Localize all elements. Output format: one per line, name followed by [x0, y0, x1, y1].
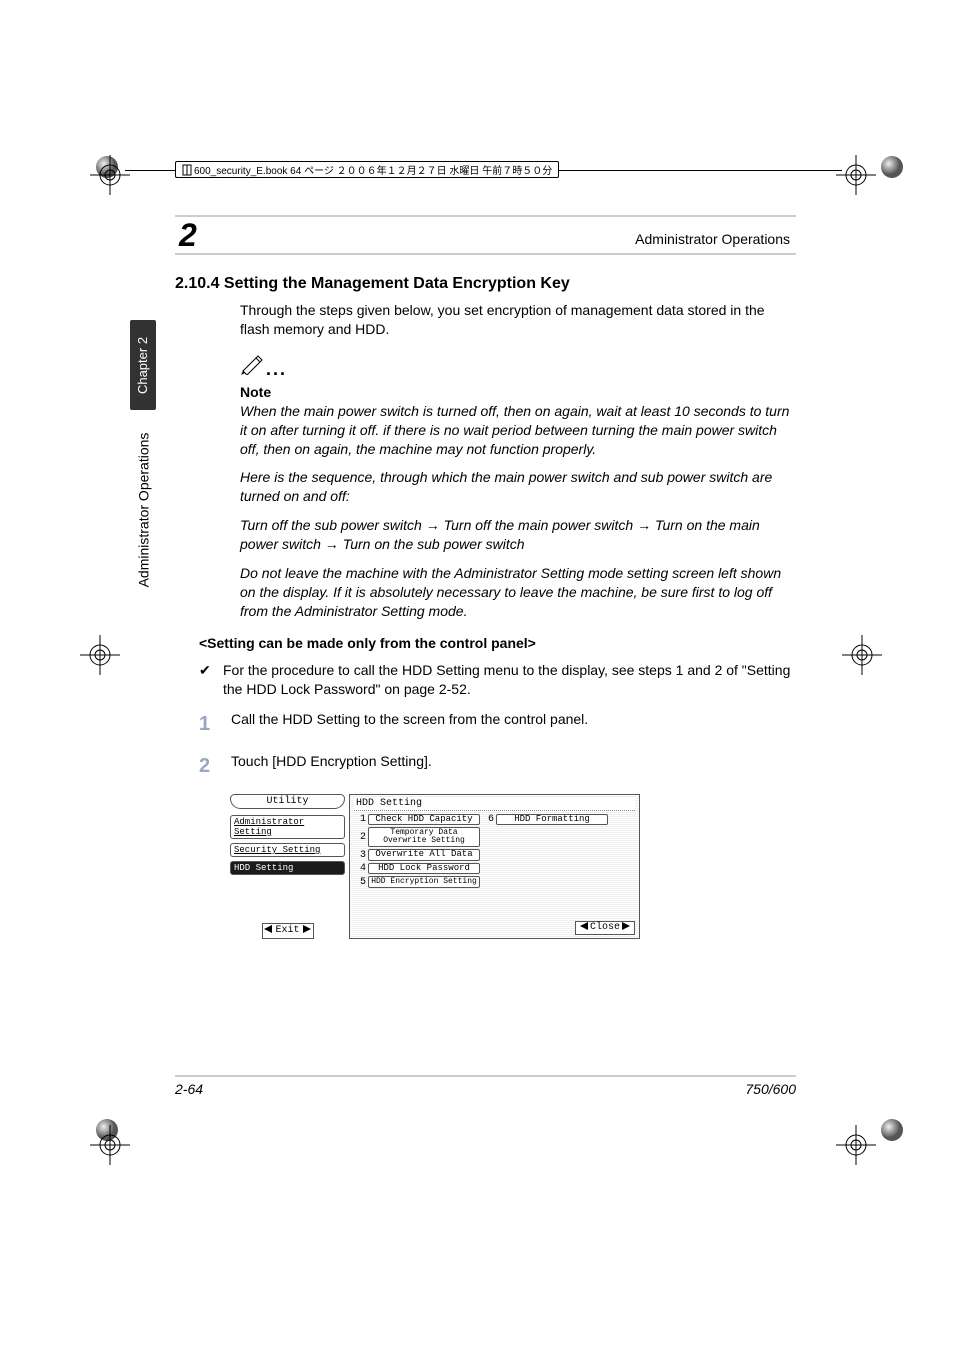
page-top-rule: 600_security_E.book 64 ページ ２００６年１２月２７日 水…	[125, 170, 842, 171]
panel-option: 5 HDD Encryption Setting	[356, 876, 480, 888]
panel-close-label: Close	[590, 922, 620, 933]
source-file-label: 600_security_E.book 64 ページ ２００６年１２月２７日 水…	[175, 161, 559, 178]
panel-exit-button[interactable]: Exit	[262, 923, 314, 939]
lcd-screenshot: Utility Administrator Setting Security S…	[230, 794, 640, 939]
model-number: 750/600	[745, 1081, 796, 1097]
step-text: Touch [HDD Encryption Setting].	[231, 752, 432, 772]
hdd-lock-password-button[interactable]: HDD Lock Password	[368, 863, 480, 874]
option-number: 2	[356, 832, 366, 843]
checkmark-icon: ✔	[199, 661, 223, 700]
page-number: 2-64	[175, 1081, 203, 1097]
panel-option: 1 Check HDD Capacity	[356, 814, 480, 825]
hdd-formatting-button[interactable]: HDD Formatting	[496, 814, 608, 825]
running-header: 2 Administrator Operations	[175, 215, 796, 255]
triangle-right-icon	[622, 922, 630, 934]
page-footer: 2-64 750/600	[175, 1075, 796, 1097]
crop-sphere-icon	[880, 155, 904, 184]
panel-option: 2 Temporary Data Overwrite Setting	[356, 827, 480, 847]
intro-text: Through the steps given below, you set e…	[240, 301, 796, 339]
registration-mark-icon	[90, 155, 130, 195]
note-paragraph: Do not leave the machine with the Admini…	[240, 564, 796, 621]
triangle-right-icon	[303, 925, 311, 937]
note-icon	[240, 353, 266, 380]
header-section-name: Administrator Operations	[635, 231, 790, 247]
source-file-text: 600_security_E.book 64 ページ ２００６年１２月２７日 水…	[194, 162, 552, 177]
hdd-encryption-setting-button[interactable]: HDD Encryption Setting	[368, 876, 480, 888]
panel-option: 3 Overwrite All Data	[356, 849, 480, 860]
panel-exit-label: Exit	[275, 925, 299, 936]
check-hdd-capacity-button[interactable]: Check HDD Capacity	[368, 814, 480, 825]
triangle-left-icon	[580, 922, 588, 934]
registration-mark-icon	[90, 1125, 130, 1165]
note-paragraph: When the main power switch is turned off…	[240, 402, 796, 459]
registration-mark-icon	[836, 1125, 876, 1165]
option-number: 6	[484, 814, 494, 825]
section-heading: 2.10.4 Setting the Management Data Encry…	[175, 275, 796, 293]
book-icon	[182, 164, 192, 176]
section-side-label: Administrator Operations	[130, 420, 156, 600]
option-number: 4	[356, 863, 366, 874]
triangle-left-icon	[264, 925, 272, 937]
step-number: 2	[199, 752, 231, 780]
chapter-number: 2	[179, 219, 197, 251]
overwrite-all-data-button[interactable]: Overwrite All Data	[368, 849, 480, 860]
step-number: 1	[199, 710, 231, 738]
note-paragraph: Turn off the sub power switch → Turn off…	[240, 516, 796, 554]
step-item: 1 Call the HDD Setting to the screen fro…	[199, 710, 796, 738]
temp-data-overwrite-button[interactable]: Temporary Data Overwrite Setting	[368, 827, 480, 847]
option-number: 1	[356, 814, 366, 825]
bullet-item: ✔ For the procedure to call the HDD Sett…	[199, 661, 796, 700]
step-text: Call the HDD Setting to the screen from …	[231, 710, 588, 730]
panel-right-title: HDD Setting	[354, 797, 635, 811]
sub-heading: <Setting can be made only from the contr…	[199, 635, 796, 651]
crop-sphere-icon	[880, 1118, 904, 1147]
option-number: 5	[356, 877, 366, 888]
registration-mark-icon	[80, 635, 120, 675]
panel-security-setting-button[interactable]: Security Setting	[230, 843, 345, 857]
bullet-text: For the procedure to call the HDD Settin…	[223, 661, 796, 700]
panel-option: 6 HDD Formatting	[484, 814, 608, 825]
panel-utility-title: Utility	[230, 794, 345, 809]
note-paragraph: Here is the sequence, through which the …	[240, 468, 796, 506]
registration-mark-icon	[836, 155, 876, 195]
note-label: Note	[240, 384, 796, 400]
chapter-tab: Chapter 2	[130, 320, 156, 410]
panel-close-button[interactable]: Close	[575, 921, 635, 935]
panel-admin-setting-button[interactable]: Administrator Setting	[230, 815, 345, 839]
panel-hdd-setting-button[interactable]: HDD Setting	[230, 861, 345, 875]
note-dots: ...	[266, 359, 287, 379]
option-number: 3	[356, 850, 366, 861]
step-item: 2 Touch [HDD Encryption Setting].	[199, 752, 796, 780]
panel-option: 4 HDD Lock Password	[356, 863, 480, 874]
registration-mark-icon	[842, 635, 882, 675]
